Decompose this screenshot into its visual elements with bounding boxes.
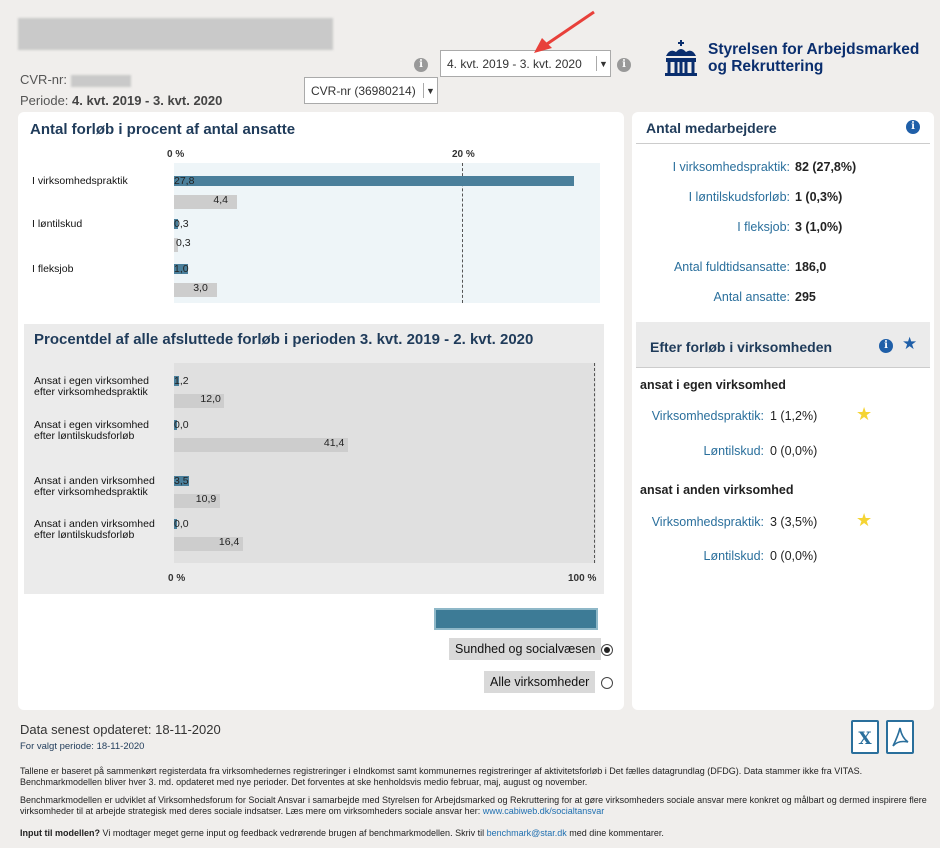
- after-g1-label-lontilskud: Løntilskud:: [703, 444, 764, 458]
- filter-label-alle[interactable]: Alle virksomheder: [484, 671, 596, 693]
- emp-label-fleksjob: I fleksjob:: [737, 220, 790, 234]
- bar-label: 16,4: [218, 536, 240, 548]
- logo-line-1: Styrelsen for Arbejdsmarked: [708, 41, 920, 58]
- star-logo: Styrelsen for Arbejdsmarked og Rekrutter…: [660, 38, 919, 78]
- bar-label: 0,0: [174, 518, 189, 530]
- excel-export-icon[interactable]: X: [851, 720, 879, 754]
- cvr-label: CVR-nr:: [20, 72, 131, 87]
- chart1-category-1: I virksomhedspraktik: [32, 175, 128, 187]
- after-g2-value-lontilskud: 0 (0,0%): [770, 549, 818, 563]
- period-updated-line: For valgt periode: 18-11-2020: [20, 741, 145, 752]
- emp-label-ansatte: Antal ansatte:: [713, 290, 790, 304]
- chart2-plot-bg: [174, 363, 596, 563]
- after-group-2: ansat i anden virksomhed: [640, 483, 794, 497]
- after-g1-value-lontilskud: 0 (0,0%): [770, 444, 818, 458]
- chart1-tick-0: 0 %: [167, 149, 185, 160]
- cabiweb-link[interactable]: www.cabiweb.dk/socialtansvar: [483, 806, 605, 816]
- emp-value-fuldtid: 186,0: [795, 260, 827, 274]
- bar-label: 12,0: [200, 393, 221, 405]
- after-g2-value-praktik: 3 (3,5%): [770, 515, 818, 529]
- footer-paragraph-1: Tallene er baseret på sammenkørt registe…: [20, 766, 863, 787]
- info-icon[interactable]: i: [414, 58, 428, 72]
- chevron-down-icon: ▼: [596, 56, 610, 71]
- bar-label: 1,2: [174, 375, 189, 387]
- footer-paragraph-2: Benchmarkmodellen er udviklet af Virksom…: [20, 795, 927, 816]
- chevron-down-icon: ▼: [423, 83, 437, 98]
- chart2-title: Procentdel af alle afsluttede forløb i p…: [34, 331, 534, 348]
- radio-alle[interactable]: [601, 677, 613, 689]
- after-g1-value-praktik: 1 (1,2%): [770, 409, 818, 423]
- footer-paragraph-3: Input til modellen? Vi modtager meget ge…: [20, 828, 664, 838]
- benchmark-bar: [434, 608, 598, 630]
- after-title: Efter forløb i virksomheden: [650, 339, 833, 355]
- bar-label: 3,5: [174, 475, 189, 487]
- chart2-category-1: Ansat i egen virksomhed efter virksomheds…: [34, 375, 149, 398]
- info-icon[interactable]: i: [879, 339, 893, 353]
- info-icon[interactable]: i: [617, 58, 631, 72]
- after-g2-label-lontilskud: Løntilskud:: [703, 549, 764, 563]
- annotation-arrow: [534, 10, 595, 53]
- filter-label-sundhed[interactable]: Sundhed og socialvæsen: [449, 638, 602, 660]
- cvr-redacted: [70, 74, 131, 87]
- logo-line-2: og Rekruttering: [708, 58, 824, 75]
- emp-value-praktik: 82 (27,8%): [795, 160, 857, 174]
- bar-label: 4,4: [213, 194, 228, 206]
- info-icon[interactable]: i: [906, 120, 920, 134]
- emp-value-ansatte: 295: [795, 290, 816, 304]
- chart2-gridline: [594, 363, 595, 563]
- emp-label-lontilskud: I løntilskudsforløb:: [688, 190, 790, 204]
- chart2-category-2: Ansat i egen virksomhed efter løntilskuds…: [34, 419, 149, 442]
- bar-label: 0,3: [176, 237, 191, 249]
- period-text: Periode: 4. kvt. 2019 - 3. kvt. 2020: [20, 93, 223, 108]
- star-icon: ★: [856, 510, 873, 530]
- bar-label: 1,0: [174, 263, 189, 275]
- emp-label-fuldtid: Antal fuldtidsansatte:: [673, 260, 790, 274]
- radio-sundhed[interactable]: [601, 644, 613, 656]
- bar-1-series-1: [174, 176, 575, 186]
- bar-label: 10,9: [195, 493, 217, 505]
- chart2-tick-100: 100 %: [568, 573, 597, 584]
- chart2-category-3: Ansat i anden virksomhed efter virksomhed…: [34, 475, 155, 498]
- chart1-category-2: I løntilskud: [32, 218, 83, 230]
- company-name-redacted: [18, 18, 333, 50]
- chart1-tick-20: 20 %: [452, 149, 475, 160]
- pdf-export-icon[interactable]: [886, 720, 914, 754]
- crown-icon: [665, 40, 697, 76]
- after-g2-label-praktik: Virksomhedspraktik:: [651, 515, 764, 529]
- after-group-1: ansat i egen virksomhed: [640, 378, 786, 392]
- employees-header: Antal medarbejdere i: [636, 112, 930, 144]
- bar-label: 41,4: [323, 437, 345, 449]
- bar-label: 0,3: [174, 218, 189, 230]
- emp-value-fleksjob: 3 (1,0%): [795, 220, 843, 234]
- chart2-tick-0: 0 %: [168, 573, 186, 584]
- emp-value-lontilskud: 1 (0,3%): [795, 190, 843, 204]
- chart2-category-4: Ansat i anden virksomhed efter løntilskud…: [34, 518, 155, 541]
- star-icon: ★: [856, 404, 873, 424]
- emp-label-praktik: I virksomhedspraktik:: [672, 160, 790, 174]
- after-g1-label-praktik: Virksomhedspraktik:: [651, 409, 764, 423]
- bar-2-series-2: [174, 438, 348, 452]
- bar-label: 27,8: [174, 175, 195, 187]
- email-link[interactable]: benchmark@star.dk: [487, 828, 567, 838]
- star-icon[interactable]: ★: [902, 334, 917, 354]
- chart1-category-3: I fleksjob: [32, 263, 74, 275]
- after-header: Efter forløb i virksomheden i ★: [636, 322, 930, 368]
- cvr-dropdown[interactable]: CVR-nr (36980214) ▼: [304, 77, 438, 104]
- bar-label: 3,0: [193, 282, 208, 294]
- bar-label: 0,0: [174, 419, 189, 431]
- chart1-title: Antal forløb i procent af antal ansatte: [30, 121, 296, 138]
- employees-title: Antal medarbejdere: [646, 120, 777, 136]
- updated-line: Data senest opdateret: 18-11-2020: [20, 722, 221, 737]
